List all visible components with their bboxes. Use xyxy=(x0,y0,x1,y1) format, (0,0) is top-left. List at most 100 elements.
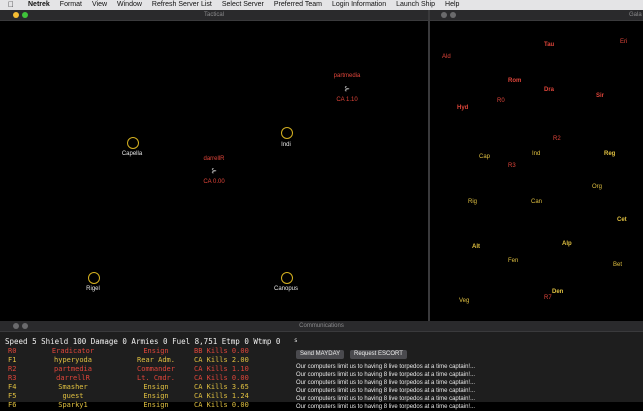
galactic-label: Sir xyxy=(596,93,605,99)
planet-label-canopus: Canopus xyxy=(273,286,299,292)
player-row[interactable]: F4 Smasher Ensign CA Kills 3.65 xyxy=(8,383,274,392)
menu-netrek[interactable]: Netrek xyxy=(28,0,50,10)
ship-label-partmedia: partmedia xyxy=(333,73,361,79)
close-icon[interactable] xyxy=(441,12,447,18)
galactic-label: Dra xyxy=(544,87,555,93)
player-name: Sparky1 xyxy=(58,401,88,409)
planet-label-capella: Capella xyxy=(121,151,143,157)
menu-format[interactable]: Format xyxy=(60,0,82,10)
planet-indi-icon[interactable] xyxy=(281,127,293,139)
galactic-label: Tau xyxy=(544,42,555,48)
player-kills: CA Kills 1.10 xyxy=(194,365,249,373)
request-escort-button[interactable]: Request ESCORT xyxy=(350,350,407,359)
apple-icon[interactable]:  xyxy=(8,0,18,10)
player-name: guest xyxy=(62,392,84,400)
player-row[interactable]: F5 guest Ensign CA Kills 1.24 xyxy=(8,392,274,401)
galactic-label: R0 xyxy=(497,98,505,104)
menu-refresh-server-list[interactable]: Refresh Server List xyxy=(152,0,212,10)
galactic-label: Rom xyxy=(508,78,522,84)
player-kills: CA Kills 3.65 xyxy=(194,383,249,391)
player-id: R2 xyxy=(8,365,17,373)
galactic-label: Alp xyxy=(562,241,572,247)
player-kills: CA Kills 1.24 xyxy=(194,392,249,400)
player-rank: Commander xyxy=(137,365,175,373)
galactic-label: R7 xyxy=(544,295,552,301)
message-line: Our computers limit us to having 8 live … xyxy=(296,404,476,410)
menu-preferred-team[interactable]: Preferred Team xyxy=(274,0,322,10)
player-id: F5 xyxy=(8,392,17,400)
communications-titlebar[interactable]: Communications xyxy=(0,321,643,332)
galactic-label: Ind xyxy=(532,151,541,157)
communications-title: Communications xyxy=(299,323,344,329)
galactic-label: R3 xyxy=(508,163,516,169)
galactic-window[interactable]: Gala Eri Ald Tau Rom Dra Sir Hyd R0 R2 C… xyxy=(430,10,643,321)
player-row[interactable]: F1 hyperyoda Rear Adm. CA Kills 2.00 xyxy=(8,356,274,365)
player-id: R3 xyxy=(8,374,17,382)
player-name: hyperyoda xyxy=(54,356,92,364)
galactic-label: Veg xyxy=(459,298,470,304)
galactic-label: Cet xyxy=(617,217,627,223)
message-log: Our computers limit us to having 8 live … xyxy=(296,363,475,411)
galactic-title: Gala xyxy=(629,12,642,18)
ship-partmedia-icon[interactable]: ⊱ xyxy=(344,86,350,93)
message-line: Our computers limit us to having 8 live … xyxy=(296,372,476,378)
menu-help[interactable]: Help xyxy=(445,0,459,10)
galactic-label: Den xyxy=(552,289,564,295)
player-kills: BB Kills 0.00 xyxy=(194,347,249,355)
ship-label-darrellr: darrellR xyxy=(203,156,225,162)
player-rank: Rear Adm. xyxy=(137,356,175,364)
send-mayday-button[interactable]: Send MAYDAY xyxy=(296,350,345,359)
galactic-label: Org xyxy=(592,184,603,190)
player-row[interactable]: R3 darrellR Lt. Cmdr. CA Kills 0.00 xyxy=(8,374,274,383)
tactical-titlebar[interactable]: Tactical xyxy=(0,10,428,21)
galactic-label: Alt xyxy=(472,244,480,250)
galactic-label: Cap xyxy=(479,154,491,160)
planet-label-indi: Indi xyxy=(281,142,291,148)
player-name: darrellR xyxy=(56,374,90,382)
planet-capella-icon[interactable] xyxy=(127,137,139,149)
galactic-label: Rig xyxy=(468,199,478,205)
player-id: F4 xyxy=(8,383,17,391)
menu-launch-ship[interactable]: Launch Ship xyxy=(396,0,435,10)
player-row[interactable]: R2 partmedia Commander CA Kills 1.10 xyxy=(8,365,274,374)
player-rank: Ensign xyxy=(143,383,169,391)
planet-label-rigel: Rigel xyxy=(86,286,100,292)
player-kills: CA Kills 2.00 xyxy=(194,356,249,364)
planet-canopus-icon[interactable] xyxy=(281,272,293,284)
player-row[interactable]: F6 Sparky1 Ensign CA Kills 0.00 xyxy=(8,401,274,410)
player-id: R0 xyxy=(8,347,17,355)
player-name: partmedia xyxy=(54,365,92,373)
tactical-title: Tactical xyxy=(203,12,224,18)
galactic-label: R2 xyxy=(553,136,561,142)
galactic-label: Reg xyxy=(604,151,616,157)
message-line: Our computers limit us to having 8 live … xyxy=(296,364,476,370)
menu-select-server[interactable]: Select Server xyxy=(222,0,264,10)
tactical-window[interactable]: Tactical Capella Indi Rigel Canopus part… xyxy=(0,10,428,321)
player-rank: Lt. Cmdr. xyxy=(137,374,175,382)
ship-darrellr-icon[interactable]: ⊱ xyxy=(211,168,217,175)
galactic-titlebar[interactable]: Gala xyxy=(430,10,643,21)
menu-view[interactable]: View xyxy=(92,0,107,10)
menu-login-information[interactable]: Login Information xyxy=(332,0,386,10)
galactic-label: Eri xyxy=(620,39,628,45)
player-name: Eradicator xyxy=(51,347,95,355)
message-line: Our computers limit us to having 8 live … xyxy=(296,388,476,394)
player-row[interactable]: R0 Eradicator Ensign BB Kills 0.00 xyxy=(8,347,274,356)
player-id: F1 xyxy=(8,356,17,364)
planet-rigel-icon[interactable] xyxy=(88,272,100,284)
ship-status-partmedia: CA 1.10 xyxy=(336,97,358,103)
ship-status-darrellr: CA 0.00 xyxy=(203,179,225,185)
player-kills: CA Kills 0.00 xyxy=(194,401,249,409)
message-line: Our computers limit us to having 8 live … xyxy=(296,380,476,386)
communications-window[interactable]: Communications Speed 5 Shield 100 Damage… xyxy=(0,321,643,410)
galactic-label: Ald xyxy=(442,54,451,60)
player-kills: CA Kills 0.00 xyxy=(194,374,249,382)
galactic-label: Bet xyxy=(613,262,623,268)
minimize-icon[interactable] xyxy=(450,12,456,18)
menu-window[interactable]: Window xyxy=(117,0,142,10)
message-input[interactable]: s xyxy=(294,337,639,345)
galactic-label: Hyd xyxy=(457,105,469,111)
player-id: F6 xyxy=(8,401,17,409)
galactic-label: Fen xyxy=(508,258,519,264)
player-rank: Ensign xyxy=(143,347,169,355)
